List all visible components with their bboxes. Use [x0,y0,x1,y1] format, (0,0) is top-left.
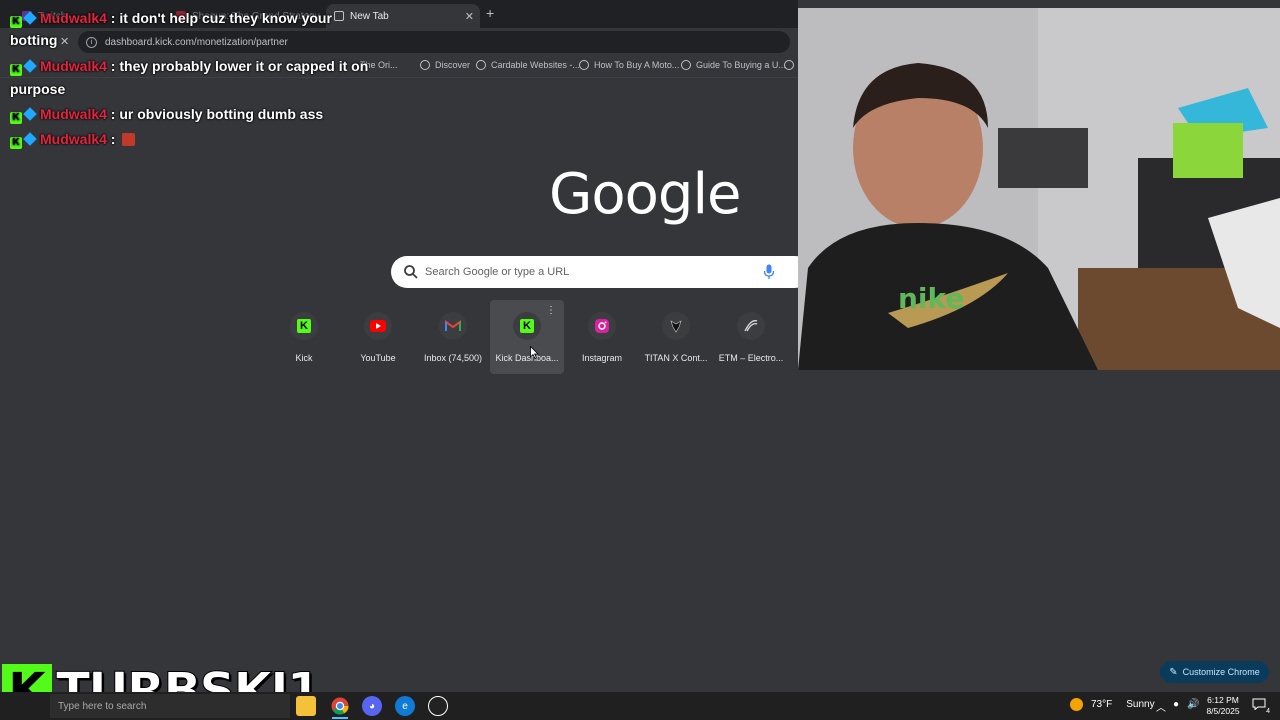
shortcut-kick-dashboard[interactable]: K ⋮ Kick Dashboa... [490,300,564,374]
close-tab-icon[interactable]: ✕ [465,10,474,23]
webcam-feed: nike [798,8,1280,370]
bookmark-item[interactable]: How To Buy A Moto... [579,60,679,70]
bookmark-item[interactable]: Discover [420,60,470,70]
globe-icon [784,60,794,70]
bookmark-item[interactable]: Guide To Buying a U... [681,60,786,70]
titan-icon [670,320,682,333]
mouse-cursor-icon [530,346,539,359]
shortcut-gmail-inbox[interactable]: Inbox (74,500) [416,300,490,374]
shortcut-instagram[interactable]: Instagram [565,300,639,374]
chat-message: K Mudwalk4 : it don't help cuz they know … [10,10,332,28]
customize-chrome-button[interactable]: ✎ Customize Chrome [1160,661,1269,683]
stop-icon[interactable]: ✕ [60,35,69,48]
address-bar[interactable]: i dashboard.kick.com/monetization/partne… [78,31,790,53]
tab-new-tab[interactable]: New Tab ✕ [326,4,480,28]
search-box[interactable] [391,256,811,288]
crystal-badge-icon [23,132,37,146]
new-tab-button[interactable]: + [486,5,494,21]
kick-badge-icon: K [10,16,22,28]
globe-icon [681,60,691,70]
weather-widget[interactable]: 73°F Sunny [1070,698,1155,711]
chrome-icon [331,697,349,715]
instagram-icon [595,319,609,333]
emote-icon [122,133,136,146]
shortcut-youtube[interactable]: YouTube [341,300,415,374]
shortcut-etm[interactable]: ETM – Electro... [714,300,788,374]
chat-message-continued: botting [10,32,58,48]
chat-message: K Mudwalk4 : ur obviously botting dumb as… [10,106,323,124]
webcam-image: nike [798,8,1280,370]
google-logo: Google [549,162,741,227]
notification-count: 4 [1266,708,1270,715]
svg-text:nike: nike [898,282,964,315]
kick-badge-icon: K [10,137,22,149]
search-icon [404,265,418,279]
chat-message: K Mudwalk4 : [10,131,136,149]
volume-icon[interactable]: 🔊 [1187,699,1199,710]
sun-icon [1070,698,1083,711]
windows-taskbar: Type here to search ◕ e 73°F Sunny ︿ ● 🔊… [0,692,1280,720]
crystal-badge-icon [23,59,37,73]
microphone-tray-icon[interactable]: ● [1173,699,1179,710]
globe-icon [476,60,486,70]
edge-icon[interactable]: e [395,696,415,716]
kick-icon: K [297,319,311,333]
chrome-taskbar-icon[interactable] [330,696,350,719]
globe-icon [420,60,430,70]
gmail-icon [445,320,461,331]
kick-badge-icon: K [10,112,22,124]
more-options-icon[interactable]: ⋮ [546,306,556,316]
shortcut-titan[interactable]: TITAN X Cont... [639,300,713,374]
chevron-up-icon[interactable]: ︿ [1156,699,1166,714]
bookmark-item[interactable] [784,60,799,70]
globe-icon [579,60,589,70]
taskbar-search-input[interactable]: Type here to search [50,694,290,718]
kick-badge-icon: K [10,64,22,76]
browser-toolbar: ✕ i dashboard.kick.com/monetization/part… [0,28,798,56]
crystal-badge-icon [23,11,37,25]
shortcut-kick[interactable]: K Kick [267,300,341,374]
bookmark-item[interactable]: Cardable Websites -... [476,60,580,70]
file-explorer-icon[interactable] [296,696,316,716]
pencil-icon: ✎ [1169,666,1178,678]
site-info-icon[interactable]: i [86,36,97,48]
discord-icon[interactable]: ◕ [362,696,382,716]
search-input[interactable] [425,262,745,282]
chat-message: K Mudwalk4 : they probably lower it or ca… [10,58,368,76]
chrome-favicon-icon [334,11,344,21]
etm-icon [744,320,758,332]
system-clock[interactable]: 6:12 PM 8/5/2025 [1200,695,1246,717]
obs-icon[interactable] [428,696,448,716]
chat-message-continued: purpose [10,81,66,97]
youtube-icon [370,320,386,332]
kick-icon: K [520,319,534,333]
notification-center-icon[interactable]: 4 [1252,698,1270,715]
crystal-badge-icon [23,107,37,121]
url-text: dashboard.kick.com/monetization/partner [105,36,288,48]
microphone-icon[interactable] [763,264,775,280]
